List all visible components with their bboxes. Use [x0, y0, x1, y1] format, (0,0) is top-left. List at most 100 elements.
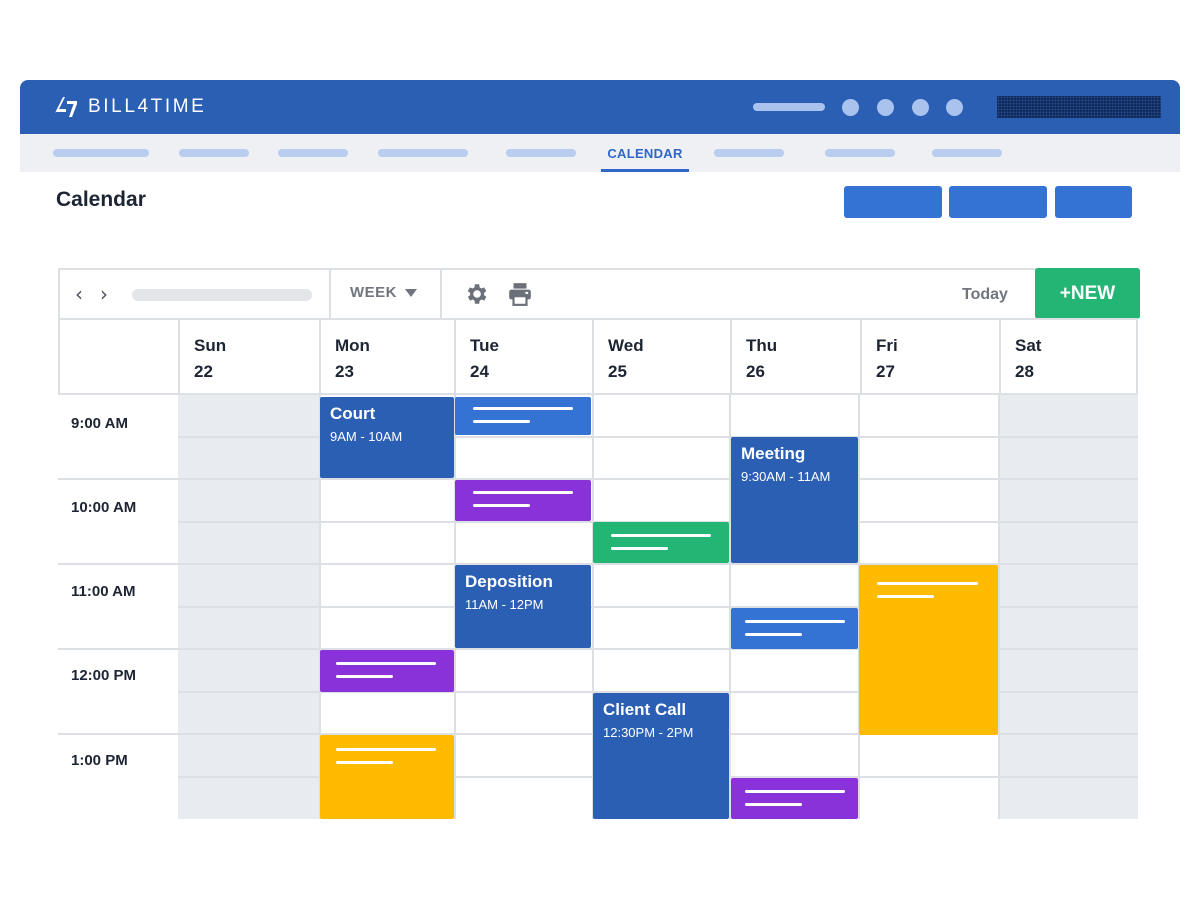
event-placeholder-line: [611, 547, 668, 550]
top-bar-dot-icon[interactable]: [912, 99, 929, 116]
nav-item-placeholder[interactable]: [506, 149, 576, 157]
calendar-toolbar: ‹ › WEEK Today +NEW: [58, 268, 1140, 319]
hour-line: [58, 478, 1138, 480]
header-action-button[interactable]: [1055, 186, 1132, 218]
event-title: Client Call: [603, 700, 687, 719]
header-action-button[interactable]: [949, 186, 1047, 218]
event-block[interactable]: [455, 397, 591, 435]
event-court[interactable]: Court 9AM - 10AM: [320, 397, 454, 478]
toolbar-divider: [440, 270, 442, 318]
event-block[interactable]: [320, 735, 454, 819]
nav-item-placeholder[interactable]: [179, 149, 249, 157]
top-bar-dot-icon[interactable]: [946, 99, 963, 116]
event-placeholder-line: [336, 761, 393, 764]
day-header-row: Sun 22 Mon 23 Tue 24 Wed 25 Thu 26 Fri 2…: [58, 318, 1138, 395]
view-select[interactable]: WEEK: [350, 284, 417, 301]
event-placeholder-line: [877, 582, 978, 585]
event-placeholder-line: [877, 595, 934, 598]
day-header-fri[interactable]: Fri 27: [860, 320, 999, 395]
day-name: Fri: [876, 336, 898, 355]
event-time: 11AM - 12PM: [465, 597, 544, 612]
day-header-wed[interactable]: Wed 25: [592, 320, 730, 395]
app-window: BILL4TIME CALENDAR Calendar ‹ › WEEK Tod…: [0, 0, 1200, 900]
time-label: 11:00 AM: [71, 583, 136, 600]
view-select-label: WEEK: [350, 284, 397, 301]
day-name: Thu: [746, 336, 778, 355]
day-name: Sun: [194, 336, 227, 355]
calendar-grid: Sun 22 Mon 23 Tue 24 Wed 25 Thu 26 Fri 2…: [58, 318, 1138, 819]
nav-item-placeholder[interactable]: [714, 149, 784, 157]
day-name: Sat: [1015, 336, 1042, 355]
gear-icon[interactable]: [463, 281, 489, 307]
day-header-sat[interactable]: Sat 28: [999, 320, 1138, 395]
toolbar-divider: [329, 270, 331, 318]
nav-item-calendar-label: CALENDAR: [607, 145, 683, 161]
printer-icon[interactable]: [507, 281, 533, 307]
top-bar-dot-icon[interactable]: [877, 99, 894, 116]
chevron-left-icon[interactable]: ‹: [75, 282, 83, 306]
event-meeting[interactable]: Meeting 9:30AM - 11AM: [731, 437, 858, 563]
event-block[interactable]: [455, 480, 591, 521]
day-date: 24: [470, 362, 489, 381]
day-header-mon[interactable]: Mon 23: [319, 320, 454, 395]
event-placeholder-line: [473, 504, 530, 507]
event-title: Meeting: [741, 444, 806, 463]
day-header-sun[interactable]: Sun 22: [178, 320, 319, 395]
nav-item-placeholder[interactable]: [278, 149, 348, 157]
day-name: Mon: [335, 336, 370, 355]
nav-item-placeholder[interactable]: [932, 149, 1002, 157]
time-label: 9:00 AM: [71, 415, 128, 432]
caret-down-icon: [405, 288, 417, 297]
event-block[interactable]: [731, 608, 858, 649]
new-event-button[interactable]: +NEW: [1035, 268, 1140, 319]
day-header-tue[interactable]: Tue 24: [454, 320, 592, 395]
chevron-right-icon[interactable]: ›: [100, 282, 108, 306]
event-client-call[interactable]: Client Call 12:30PM - 2PM: [593, 693, 729, 819]
event-placeholder-line: [473, 407, 573, 410]
nav-item-placeholder[interactable]: [378, 149, 468, 157]
day-date: 26: [746, 362, 765, 381]
event-placeholder-line: [745, 790, 845, 793]
top-bar-placeholder[interactable]: [753, 103, 825, 111]
calendar-body: 9:00 AM 10:00 AM 11:00 AM 12:00 PM 1:00 …: [58, 395, 1138, 819]
event-placeholder-line: [745, 803, 802, 806]
nav-item-calendar[interactable]: CALENDAR: [600, 134, 690, 172]
day-date: 25: [608, 362, 627, 381]
event-placeholder-line: [745, 633, 802, 636]
main-nav: CALENDAR: [20, 134, 1180, 172]
event-title: Deposition: [465, 572, 553, 591]
event-block[interactable]: [593, 522, 729, 563]
day-date: 28: [1015, 362, 1034, 381]
event-placeholder-line: [336, 748, 436, 751]
day-name: Tue: [470, 336, 499, 355]
day-date: 22: [194, 362, 213, 381]
time-label: 10:00 AM: [71, 499, 137, 516]
nav-item-placeholder[interactable]: [825, 149, 895, 157]
event-placeholder-line: [336, 662, 436, 665]
top-bar-dot-icon[interactable]: [842, 99, 859, 116]
day-header-thu[interactable]: Thu 26: [730, 320, 860, 395]
nav-item-placeholder[interactable]: [53, 149, 149, 157]
event-time: 12:30PM - 2PM: [603, 725, 694, 740]
date-range-placeholder: [132, 289, 312, 301]
time-label: 1:00 PM: [71, 752, 128, 769]
top-bar-search-field[interactable]: [997, 96, 1161, 118]
event-block[interactable]: [731, 778, 858, 819]
event-placeholder-line: [473, 491, 573, 494]
day-name: Wed: [608, 336, 644, 355]
event-placeholder-line: [745, 620, 845, 623]
logo[interactable]: BILL4TIME: [52, 93, 206, 121]
event-time: 9AM - 10AM: [330, 429, 403, 444]
event-block[interactable]: [859, 565, 998, 735]
header-action-button[interactable]: [844, 186, 942, 218]
event-block[interactable]: [320, 650, 454, 692]
top-bar: BILL4TIME: [20, 80, 1180, 134]
event-title: Court: [330, 404, 376, 423]
day-date: 27: [876, 362, 895, 381]
event-placeholder-line: [611, 534, 711, 537]
event-time: 9:30AM - 11AM: [741, 469, 831, 484]
event-deposition[interactable]: Deposition 11AM - 12PM: [455, 565, 591, 648]
day-column-divider: [998, 395, 1000, 819]
event-placeholder-line: [336, 675, 393, 678]
today-button[interactable]: Today: [962, 286, 1008, 304]
